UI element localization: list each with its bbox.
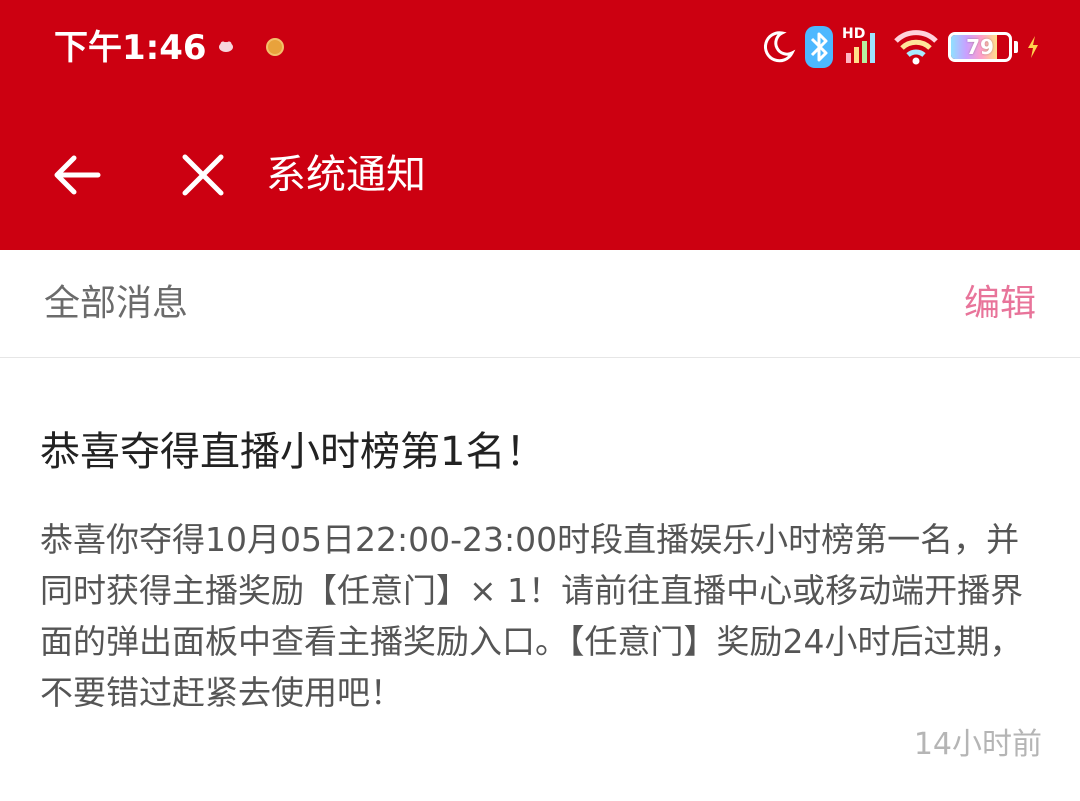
arrow-left-icon[interactable]	[50, 148, 104, 202]
status-time: 下午1:46	[54, 28, 207, 68]
charging-icon	[1028, 36, 1038, 58]
battery-percent: 79	[966, 35, 994, 59]
close-icon[interactable]	[180, 150, 226, 200]
moon-icon	[763, 31, 796, 63]
app-header: 下午1:46 HD 79 系统通知	[0, 0, 1080, 250]
coin-icon	[266, 38, 284, 56]
battery-icon: 79	[948, 32, 1012, 62]
page-title: 系统通知	[266, 152, 426, 198]
filter-all-messages[interactable]: 全部消息	[44, 282, 188, 326]
notification-item[interactable]: 恭喜夺得直播小时榜第1名！ 恭喜你夺得10月05日22:00-23:00时段直播…	[0, 359, 1080, 801]
notification-title: 恭喜夺得直播小时榜第1名！	[40, 429, 546, 475]
signal-group: HD	[842, 27, 884, 67]
notification-timestamp: 14小时前	[913, 727, 1042, 762]
filter-bar: 全部消息 编辑	[0, 250, 1080, 358]
bluetooth-icon	[805, 26, 833, 68]
wifi-icon	[894, 30, 938, 65]
app-notify-icon	[219, 41, 233, 52]
battery-nub	[1014, 41, 1018, 53]
notification-body: 恭喜你夺得10月05日22:00-23:00时段直播娱乐小时榜第一名，并同时获得…	[40, 520, 1024, 712]
signal-icon	[846, 33, 875, 63]
edit-button[interactable]: 编辑	[964, 282, 1036, 326]
status-icons: HD 79	[760, 22, 1040, 72]
